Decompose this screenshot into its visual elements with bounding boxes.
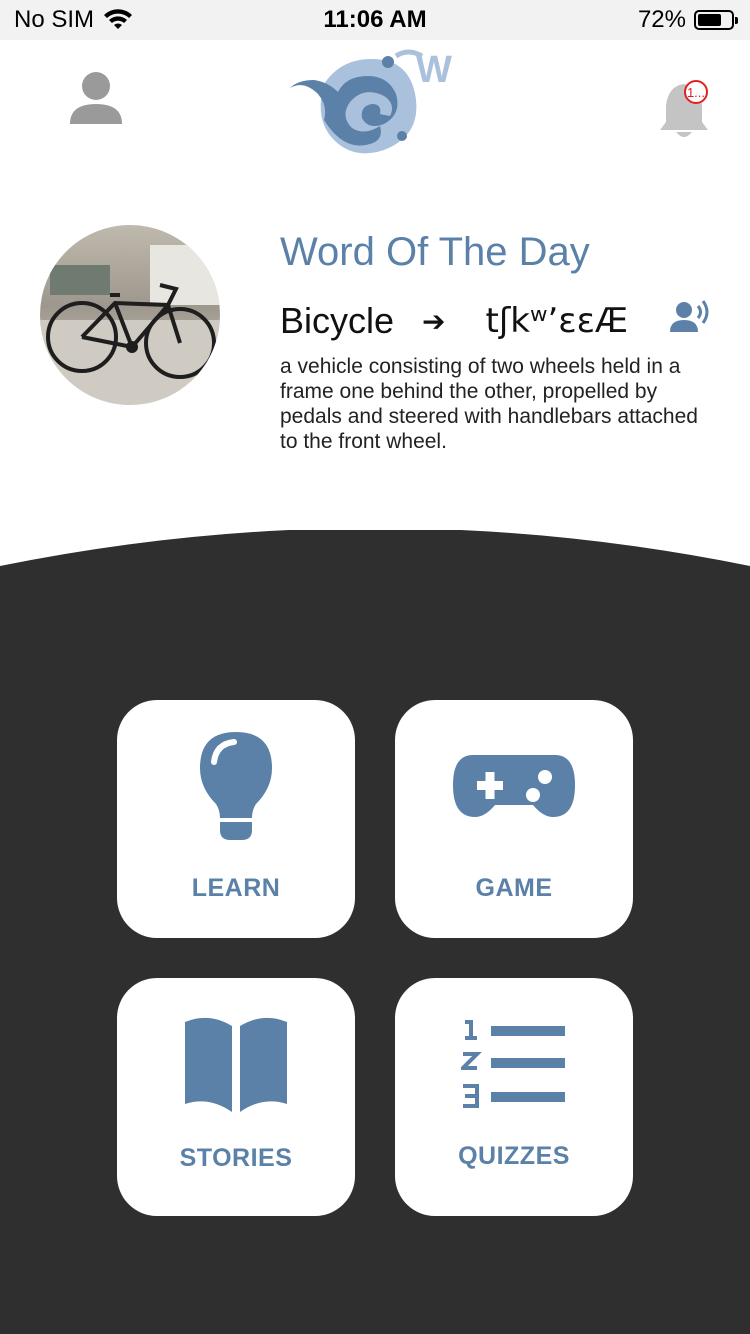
gamepad-icon — [453, 755, 575, 817]
arrow-icon: ➔ — [422, 305, 446, 337]
learn-label: LEARN — [191, 874, 281, 902]
quizzes-label: QUIZZES — [458, 1142, 570, 1170]
game-button[interactable]: GAME — [395, 700, 633, 938]
learn-button[interactable]: LEARN — [117, 700, 355, 938]
logo-icon: W — [290, 49, 452, 154]
word-of-the-day-title: Word Of The Day — [280, 230, 590, 274]
lightbulb-icon — [200, 732, 272, 840]
battery-percent: 72% — [637, 6, 686, 33]
status-right: 72% — [637, 6, 738, 34]
word-row: Bicycle ➔ tʃkʷ’ɛɛÆ — [280, 296, 720, 346]
notification-badge: 1... — [684, 80, 708, 104]
person-icon — [70, 72, 122, 124]
game-label: GAME — [475, 874, 553, 902]
word: Bicycle — [280, 300, 395, 341]
menu-background — [0, 530, 750, 1334]
stories-button[interactable]: STORIES — [117, 978, 355, 1216]
numbered-list-icon — [461, 1020, 565, 1108]
battery-fill — [698, 14, 722, 26]
profile-button[interactable] — [66, 70, 126, 130]
pronounce-button[interactable] — [670, 298, 714, 338]
phonetic-word: tʃkʷ’ɛɛÆ — [485, 301, 629, 341]
bicycle-photo — [40, 225, 220, 405]
app-logo: W — [284, 44, 460, 160]
quizzes-button[interactable]: QUIZZES — [395, 978, 633, 1216]
battery-icon — [694, 10, 738, 30]
status-bar: No SIM 11:06 AM 72% — [0, 0, 750, 40]
svg-text:W: W — [416, 49, 452, 91]
speaker-person-icon — [670, 300, 709, 332]
stories-label: STORIES — [179, 1144, 293, 1172]
book-icon — [185, 1017, 287, 1112]
word-image — [40, 225, 220, 405]
word-definition: a vehicle consisting of two wheels held … — [280, 355, 698, 453]
